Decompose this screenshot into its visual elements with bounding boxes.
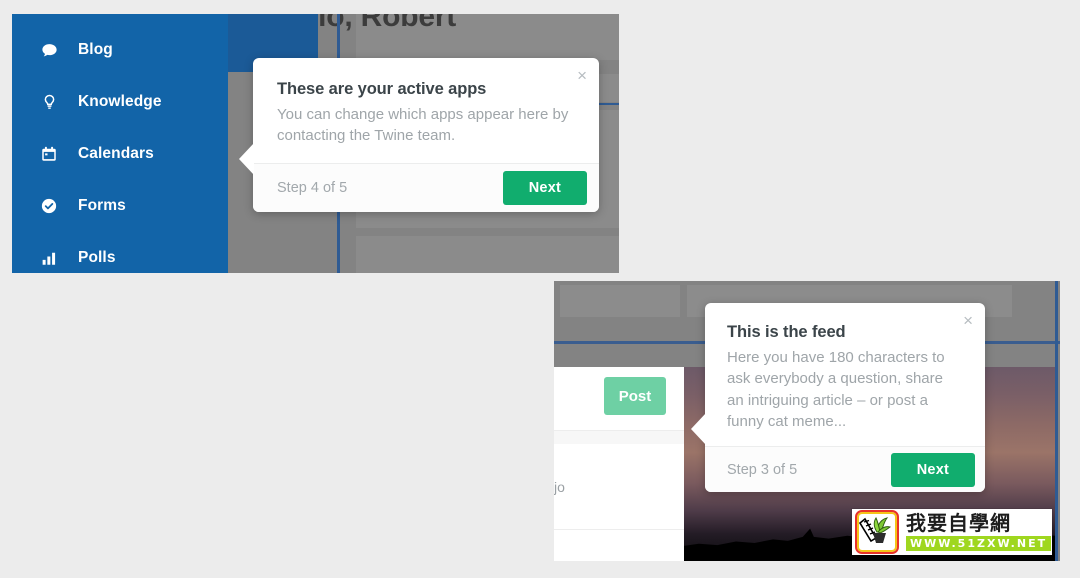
feed-composer-card: Post jo	[554, 367, 684, 561]
sidebar-item-polls[interactable]: Polls	[12, 232, 228, 273]
watermark-text: 我要自學網 WWW.51ZXW.NET	[906, 511, 1052, 551]
post-button[interactable]: Post	[604, 377, 666, 415]
watermark: 我要自學網 WWW.51ZXW.NET	[852, 509, 1052, 555]
feed-post-snippet: jo	[554, 479, 565, 495]
sidebar-item-label: Blog	[78, 41, 113, 58]
veil-block	[560, 285, 680, 317]
close-icon[interactable]: ×	[577, 67, 587, 84]
next-button[interactable]: Next	[890, 452, 975, 487]
sidebar-item-blog[interactable]: Blog	[12, 24, 228, 76]
tooltip-text: You can change which apps appear here by…	[277, 106, 569, 145]
step-indicator: Step 4 of 5	[277, 179, 348, 196]
tooltip-arrow	[691, 413, 706, 445]
onboarding-tooltip-active-apps: × These are your active apps You can cha…	[239, 58, 599, 212]
tooltip-title: These are your active apps	[277, 80, 487, 98]
tooltip-title: This is the feed	[727, 323, 846, 341]
tooltip-arrow	[239, 143, 254, 175]
onboarding-tooltip-feed: × This is the feed Here you have 180 cha…	[691, 303, 985, 493]
sidebar-item-calendars[interactable]: Calendars	[12, 128, 228, 180]
active-apps-panel: Hello, Robert Blog Knowledge Calendars F…	[12, 14, 619, 273]
composer-row: Post	[554, 367, 684, 431]
tooltip-body: This is the feed Here you have 180 chara…	[705, 303, 985, 446]
sidebar-item-label: Calendars	[78, 145, 154, 162]
tooltip-footer: Step 3 of 5 Next	[705, 446, 985, 493]
next-button[interactable]: Next	[502, 170, 587, 205]
sidebar-item-label: Polls	[78, 249, 116, 266]
step-indicator: Step 3 of 5	[727, 461, 798, 478]
check-circle-icon	[40, 197, 64, 215]
sidebar-item-forms[interactable]: Forms	[12, 180, 228, 232]
speech-bubble-icon	[40, 41, 64, 60]
tooltip-body: These are your active apps You can chang…	[253, 58, 599, 163]
tooltip-text: Here you have 180 characters to ask ever…	[727, 349, 945, 430]
watermark-brand: 我要自學網	[906, 511, 1011, 535]
sidebar-item-label: Knowledge	[78, 93, 162, 110]
calendar-icon	[40, 145, 64, 163]
tooltip-footer: Step 4 of 5 Next	[253, 162, 599, 212]
sidebar: Blog Knowledge Calendars Forms Polls	[12, 14, 228, 273]
sidebar-item-knowledge[interactable]: Knowledge	[12, 76, 228, 128]
close-icon[interactable]: ×	[963, 312, 973, 329]
watermark-url: WWW.51ZXW.NET	[906, 536, 1052, 551]
sidebar-item-label: Forms	[78, 197, 126, 214]
column-divider-line	[1055, 281, 1058, 561]
plant-in-pot-icon	[855, 510, 899, 554]
veil-block	[356, 236, 619, 273]
lightbulb-icon	[40, 93, 64, 112]
feed-post-divider	[554, 529, 684, 530]
composer-divider	[554, 431, 684, 444]
bar-chart-icon	[40, 249, 64, 267]
